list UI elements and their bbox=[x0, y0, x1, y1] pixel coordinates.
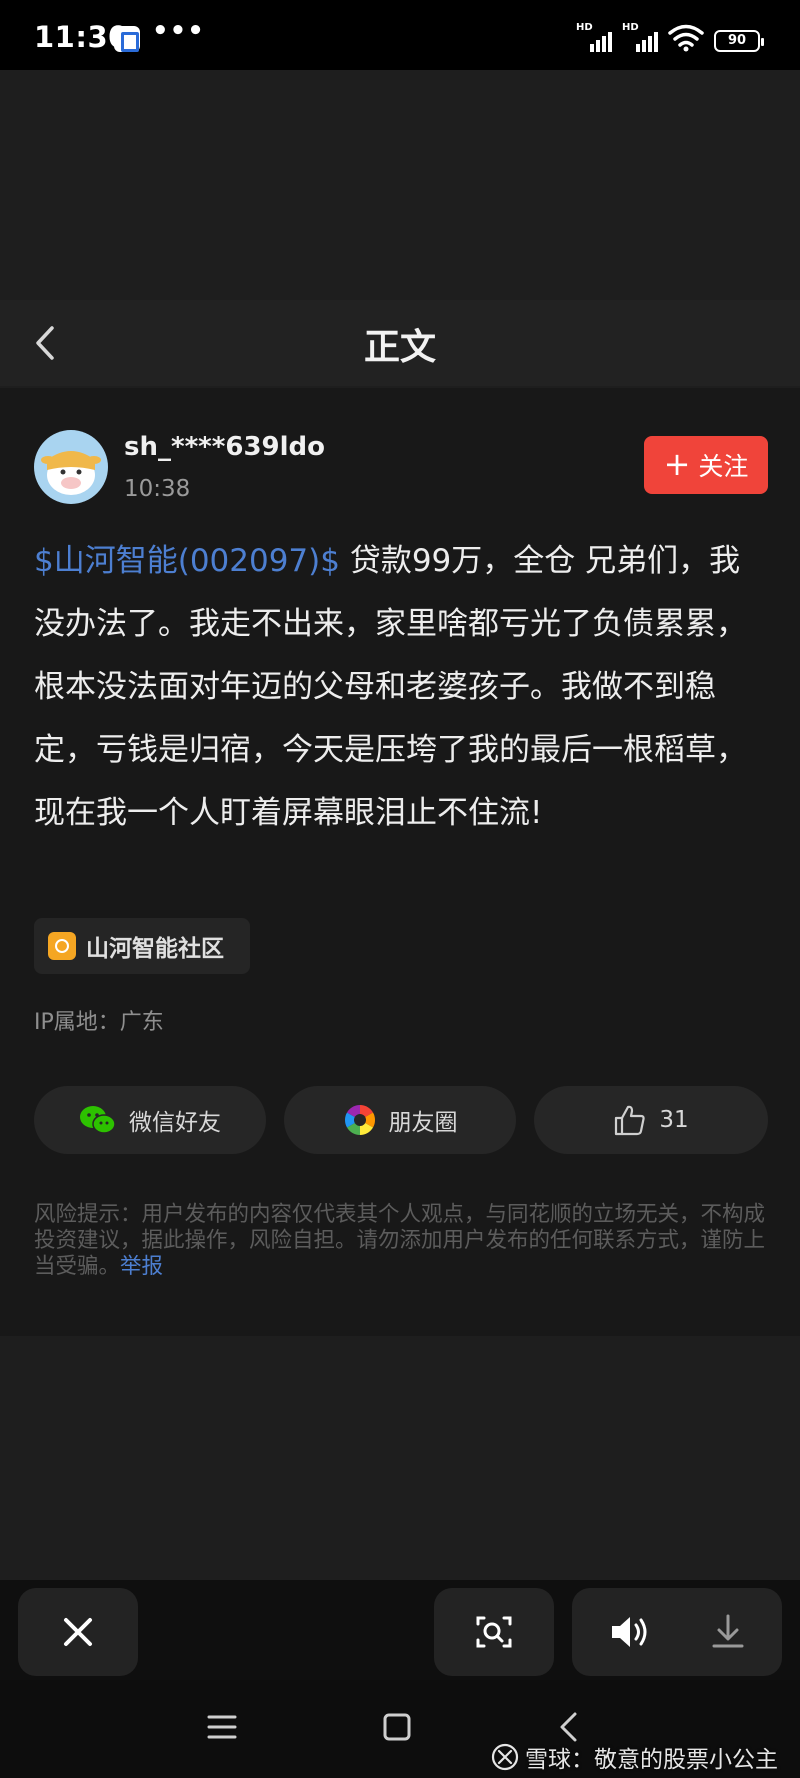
xueqiu-logo-icon bbox=[491, 1743, 519, 1771]
post-content: $山河智能(002097)$ 贷款99万，全仓 兄弟们，我没办法了。我走不出来，… bbox=[34, 530, 770, 845]
home-icon[interactable] bbox=[382, 1712, 412, 1742]
post-text: 贷款99万，全仓 兄弟们，我没办法了。我走不出来，家里啥都亏光了负债累累，根本没… bbox=[34, 543, 747, 831]
page-title: 正文 bbox=[363, 327, 436, 368]
watermark-text: 雪球：敬意的股票小公主 bbox=[525, 1747, 778, 1773]
wechat-icon bbox=[80, 1106, 116, 1134]
community-label: 山河智能社区 bbox=[86, 936, 224, 962]
cellular-signal-icon: HD bbox=[576, 22, 612, 52]
header-bar: 正文 bbox=[0, 300, 800, 386]
report-link[interactable]: 举报 bbox=[120, 1254, 163, 1279]
notification-app-icon bbox=[114, 26, 140, 52]
menu-icon[interactable] bbox=[206, 1712, 238, 1742]
status-bar: 11:30 ••• HD HD 90 bbox=[0, 0, 800, 70]
watermark: 雪球：敬意的股票小公主 bbox=[491, 1740, 778, 1774]
moments-icon bbox=[344, 1105, 375, 1135]
post-time: 10:38 bbox=[124, 476, 191, 502]
battery-icon: 90 bbox=[714, 30, 764, 52]
share-moments-label: 朋友圈 bbox=[388, 1110, 458, 1136]
stock-tag-link[interactable]: $山河智能(002097)$ bbox=[34, 543, 340, 579]
follow-button[interactable]: + 关注 bbox=[644, 436, 768, 494]
media-toolbar bbox=[0, 1580, 800, 1680]
risk-disclaimer: 风险提示：用户发布的内容仅代表其个人观点，与同花顺的立场无关，不构成投资建议，据… bbox=[34, 1202, 770, 1280]
ip-location: IP属地：广东 bbox=[34, 1010, 164, 1035]
like-button[interactable]: 31 bbox=[534, 1086, 768, 1154]
follow-label: 关注 bbox=[698, 452, 749, 481]
speaker-icon[interactable] bbox=[608, 1614, 652, 1650]
plus-icon: + bbox=[663, 444, 691, 483]
close-button[interactable] bbox=[18, 1588, 138, 1676]
cow-avatar-icon bbox=[41, 451, 101, 495]
media-controls bbox=[572, 1588, 782, 1676]
community-tag[interactable]: 山河智能社区 bbox=[34, 918, 250, 974]
nav-back-icon[interactable] bbox=[556, 1710, 582, 1744]
share-moments-button[interactable]: 朋友圈 bbox=[284, 1086, 516, 1154]
image-search-button[interactable] bbox=[434, 1588, 554, 1676]
thumbs-up-icon bbox=[615, 1105, 646, 1136]
wifi-icon bbox=[668, 24, 704, 52]
share-wechat-button[interactable]: 微信好友 bbox=[34, 1086, 266, 1154]
cellular-signal-2-icon: HD bbox=[622, 22, 658, 52]
author-name[interactable]: sh_****639ldo bbox=[124, 432, 325, 462]
close-icon bbox=[64, 1618, 92, 1646]
community-icon bbox=[48, 932, 76, 960]
author-avatar[interactable] bbox=[34, 430, 108, 504]
share-wechat-label: 微信好友 bbox=[129, 1110, 221, 1136]
like-count: 31 bbox=[659, 1107, 689, 1133]
scan-search-icon bbox=[476, 1616, 512, 1648]
download-icon[interactable] bbox=[708, 1612, 748, 1652]
more-notifications-icon: ••• bbox=[152, 16, 205, 46]
